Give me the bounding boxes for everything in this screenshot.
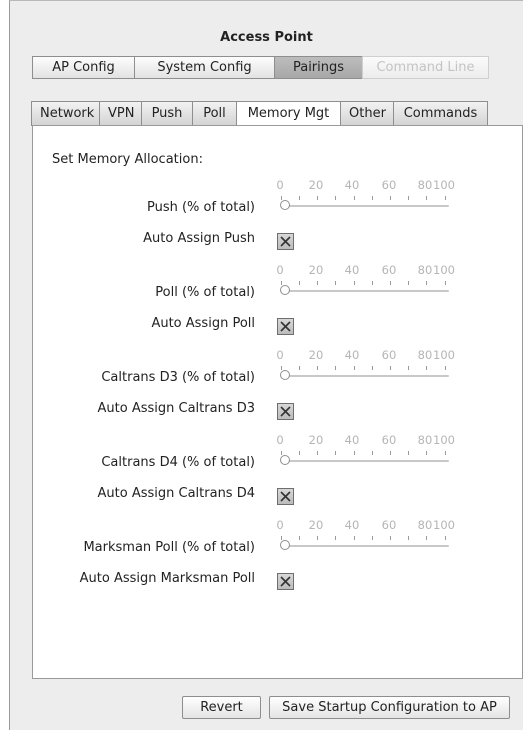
- slider-knob[interactable]: [280, 455, 290, 465]
- slider-track[interactable]: [281, 545, 449, 547]
- auto-assign-checkbox[interactable]: [277, 318, 294, 335]
- top-tab-bar: AP Config System Config Pairings Command…: [32, 56, 511, 79]
- slider-tick-label: 100: [433, 518, 455, 532]
- slider-tick-label: 100: [433, 263, 455, 277]
- x-mark-icon: [280, 236, 291, 247]
- allocation-slider[interactable]: 0 20 40 60 80 100: [276, 178, 467, 218]
- allocation-slider[interactable]: 0 20 40 60 80 100: [276, 433, 467, 473]
- slider-tick-label: 80: [417, 178, 433, 192]
- slider-tick-label: 40: [344, 348, 360, 362]
- slider-tick-label: 20: [308, 263, 324, 277]
- slider-tick-label: 0: [276, 433, 284, 447]
- slider-tick-labels: 0 20 40 60 80 100: [276, 178, 467, 192]
- auto-assign-checkbox[interactable]: [277, 233, 294, 250]
- slider-tick-label: 80: [417, 518, 433, 532]
- inner-tab-bar: Network VPN Push Poll Memory Mgt Other C…: [31, 101, 488, 126]
- access-point-window: Access Point AP Config System Config Pai…: [9, 0, 523, 730]
- checkbox-label: Auto Assign Push: [143, 231, 255, 246]
- slider-track[interactable]: [281, 290, 449, 292]
- slider-tick-label: 80: [417, 263, 433, 277]
- slider-tick-labels: 0 20 40 60 80 100: [276, 433, 467, 447]
- slider-tick-label: 20: [308, 518, 324, 532]
- tab-memory-mgt[interactable]: Memory Mgt: [236, 101, 340, 126]
- slider-tick-label: 40: [344, 263, 360, 277]
- slider-tick-label: 60: [381, 178, 397, 192]
- tab-pairings[interactable]: Pairings: [274, 56, 362, 79]
- auto-assign-checkbox[interactable]: [277, 573, 294, 590]
- tab-commands[interactable]: Commands: [393, 101, 488, 126]
- x-mark-icon: [280, 406, 291, 417]
- slider-knob[interactable]: [280, 370, 290, 380]
- checkbox-label: Auto Assign Caltrans D4: [97, 486, 255, 501]
- slider-tick-marks: [277, 536, 467, 541]
- slider-tick-label: 0: [276, 518, 284, 532]
- tab-vpn[interactable]: VPN: [99, 101, 141, 126]
- slider-tick-marks: [277, 366, 467, 371]
- slider-knob[interactable]: [280, 540, 290, 550]
- slider-tick-labels: 0 20 40 60 80 100: [276, 518, 467, 532]
- slider-label: Poll (% of total): [155, 285, 255, 300]
- slider-tick-label: 40: [344, 178, 360, 192]
- x-mark-icon: [280, 321, 291, 332]
- slider-tick-label: 60: [381, 518, 397, 532]
- slider-tick-label: 60: [381, 348, 397, 362]
- x-mark-icon: [280, 576, 291, 587]
- slider-tick-label: 20: [308, 348, 324, 362]
- slider-tick-label: 20: [308, 178, 324, 192]
- slider-tick-label: 40: [344, 518, 360, 532]
- slider-tick-label: 40: [344, 433, 360, 447]
- checkbox-label: Auto Assign Poll: [151, 316, 255, 331]
- slider-tick-marks: [277, 196, 467, 201]
- slider-track[interactable]: [281, 375, 449, 377]
- allocation-slider[interactable]: 0 20 40 60 80 100: [276, 263, 467, 303]
- x-mark-icon: [280, 491, 291, 502]
- slider-label: Caltrans D4 (% of total): [101, 455, 255, 470]
- revert-button[interactable]: Revert: [182, 696, 261, 719]
- slider-tick-label: 80: [417, 433, 433, 447]
- slider-tick-marks: [277, 451, 467, 456]
- slider-tick-label: 0: [276, 263, 284, 277]
- slider-tick-label: 0: [276, 178, 284, 192]
- slider-tick-marks: [277, 281, 467, 286]
- slider-tick-label: 0: [276, 348, 284, 362]
- slider-tick-labels: 0 20 40 60 80 100: [276, 263, 467, 277]
- tab-other[interactable]: Other: [340, 101, 393, 126]
- tab-ap-config[interactable]: AP Config: [32, 56, 134, 79]
- slider-track[interactable]: [281, 205, 449, 207]
- checkbox-label: Auto Assign Marksman Poll: [79, 571, 255, 586]
- tab-poll[interactable]: Poll: [192, 101, 236, 126]
- slider-tick-label: 80: [417, 348, 433, 362]
- slider-track[interactable]: [281, 460, 449, 462]
- allocation-slider[interactable]: 0 20 40 60 80 100: [276, 348, 467, 388]
- memory-mgt-panel: Set Memory Allocation: Push (% of total)…: [32, 125, 523, 679]
- slider-tick-label: 60: [381, 433, 397, 447]
- slider-label: Caltrans D3 (% of total): [101, 370, 255, 385]
- auto-assign-checkbox[interactable]: [277, 488, 294, 505]
- window-title: Access Point: [220, 30, 313, 45]
- slider-knob[interactable]: [280, 285, 290, 295]
- tab-system-config[interactable]: System Config: [134, 56, 274, 79]
- checkbox-label: Auto Assign Caltrans D3: [97, 401, 255, 416]
- slider-tick-label: 100: [433, 178, 455, 192]
- slider-tick-labels: 0 20 40 60 80 100: [276, 348, 467, 362]
- tab-push[interactable]: Push: [141, 101, 192, 126]
- auto-assign-checkbox[interactable]: [277, 403, 294, 420]
- slider-tick-label: 20: [308, 433, 324, 447]
- slider-knob[interactable]: [280, 200, 290, 210]
- tab-command-line[interactable]: Command Line: [362, 56, 489, 79]
- slider-tick-label: 60: [381, 263, 397, 277]
- slider-label: Push (% of total): [146, 200, 255, 215]
- section-label: Set Memory Allocation:: [52, 152, 203, 167]
- slider-tick-label: 100: [433, 348, 455, 362]
- slider-tick-label: 100: [433, 433, 455, 447]
- tab-network[interactable]: Network: [31, 101, 99, 126]
- slider-label: Marksman Poll (% of total): [83, 540, 255, 555]
- save-startup-config-button[interactable]: Save Startup Configuration to AP: [269, 696, 510, 719]
- allocation-slider[interactable]: 0 20 40 60 80 100: [276, 518, 467, 558]
